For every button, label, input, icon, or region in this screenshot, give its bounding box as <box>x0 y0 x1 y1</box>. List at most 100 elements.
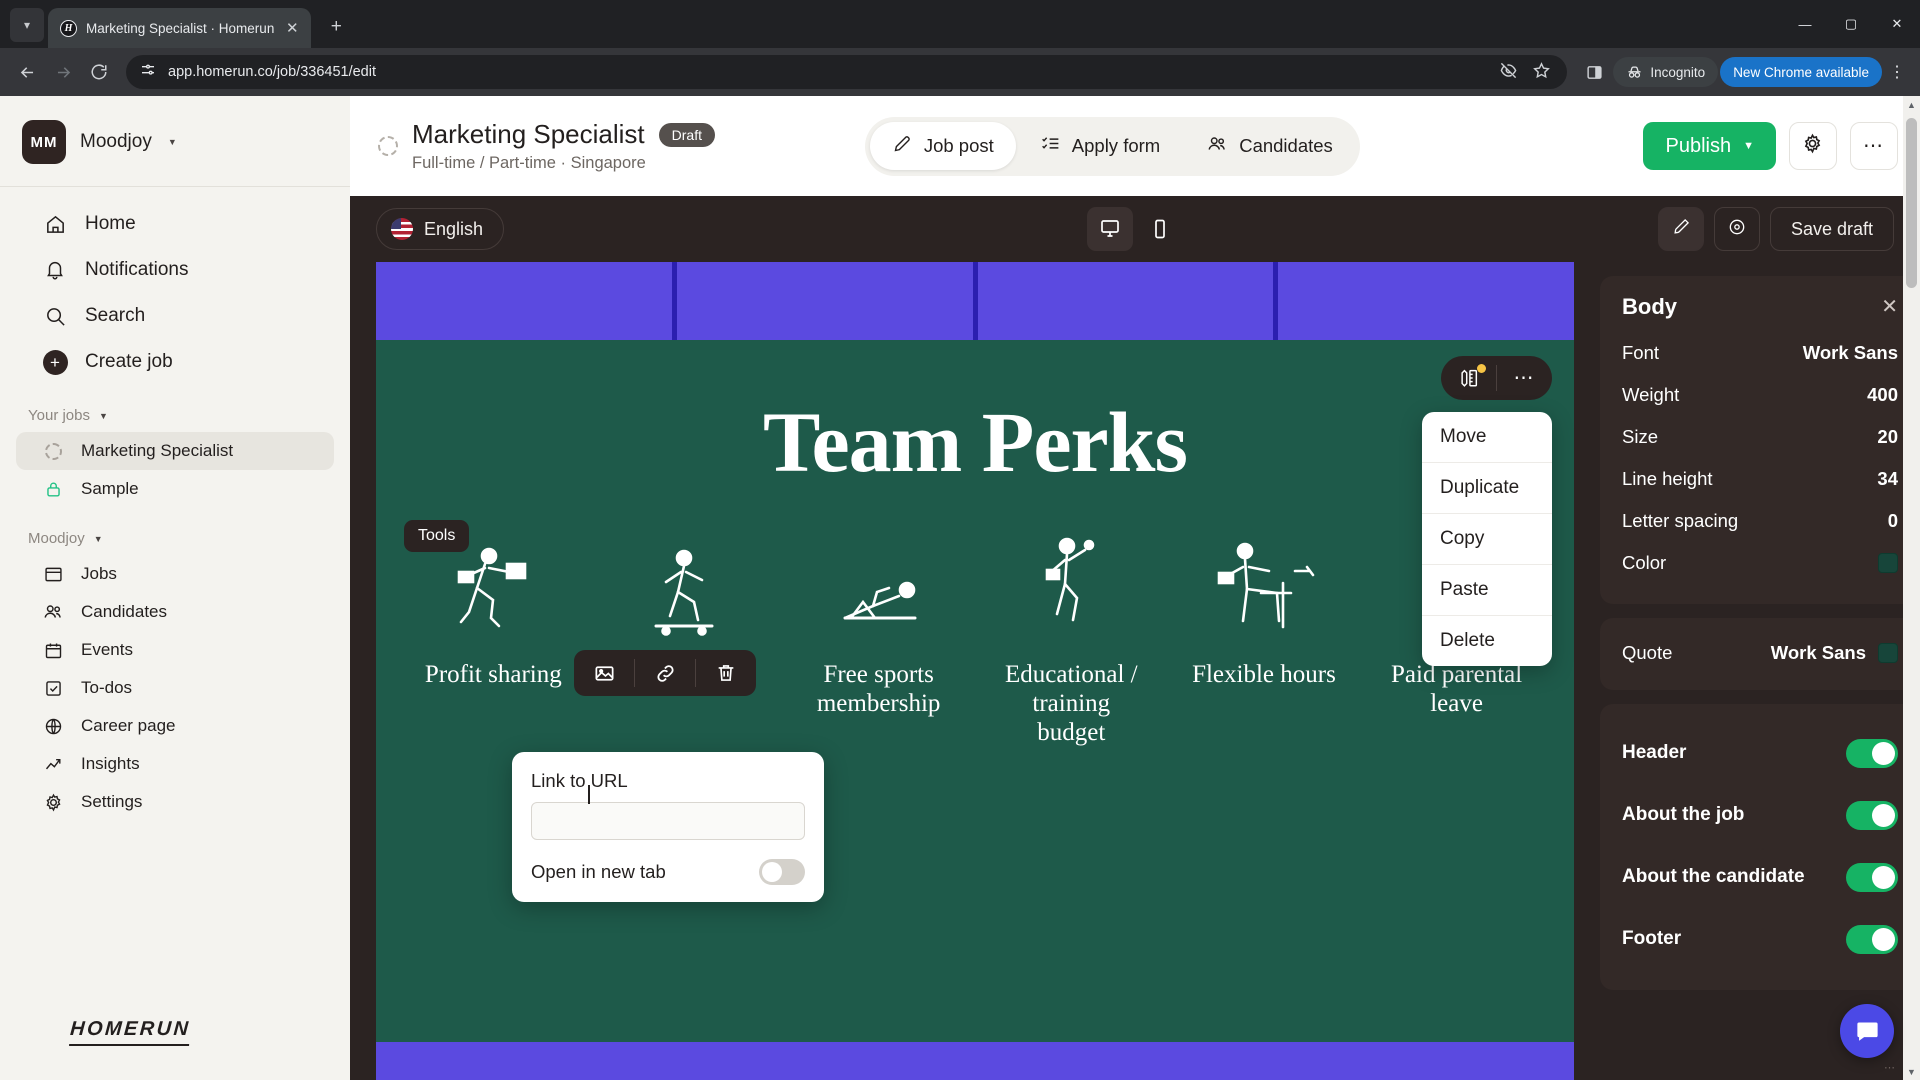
tab-candidates[interactable]: Candidates <box>1184 122 1355 171</box>
trash-icon[interactable] <box>696 650 756 696</box>
three-dot-menu-icon[interactable]: ⋮ <box>1884 55 1910 89</box>
link-url-input[interactable] <box>531 802 805 840</box>
property-weight[interactable]: Weight 400 <box>1622 374 1898 416</box>
context-menu-item-paste[interactable]: Paste <box>1422 565 1552 616</box>
site-settings-icon[interactable] <box>140 62 156 82</box>
org-switcher[interactable]: MM Moodjoy ▼ <box>0 96 350 186</box>
scroll-down-icon[interactable]: ▼ <box>1903 1063 1920 1080</box>
tab-strip: ▾ H Marketing Specialist · Homerun ✕ + —… <box>0 0 1920 48</box>
star-icon[interactable] <box>1532 61 1551 84</box>
property-size[interactable]: Size 20 <box>1622 416 1898 458</box>
eye-off-icon[interactable] <box>1499 61 1518 84</box>
more-options-button[interactable]: ⋯ <box>1849 122 1898 170</box>
tools-tag[interactable]: Tools <box>404 520 470 552</box>
chevron-down-icon[interactable]: ▼ <box>168 137 177 147</box>
side-panel-icon[interactable] <box>1577 55 1611 89</box>
publish-button[interactable]: Publish ▼ <box>1643 122 1776 170</box>
context-menu-item-delete[interactable]: Delete <box>1422 616 1552 666</box>
section-title: Team Perks <box>763 394 1188 490</box>
maximize-icon[interactable]: ▢ <box>1828 0 1874 48</box>
open-in-new-tab-toggle[interactable] <box>759 859 805 885</box>
minimize-icon[interactable]: — <box>1782 0 1828 48</box>
sidebar-item-search[interactable]: Search <box>16 293 334 339</box>
sidebar-item-home[interactable]: Home <box>16 201 334 247</box>
tab-apply-form[interactable]: Apply form <box>1018 122 1182 170</box>
address-bar[interactable]: app.homerun.co/job/336451/edit <box>126 55 1568 89</box>
sidebar-item-events[interactable]: Events <box>16 631 334 669</box>
preview-button[interactable] <box>1713 207 1760 251</box>
about-the-candidate-toggle[interactable] <box>1846 862 1898 892</box>
reload-icon[interactable] <box>82 55 116 89</box>
scroll-up-icon[interactable]: ▲ <box>1903 96 1920 113</box>
context-menu-item-move[interactable]: Move <box>1422 412 1552 463</box>
link-icon[interactable] <box>635 650 695 696</box>
link-popover-label: Link to URL <box>531 770 628 791</box>
section-label: About the candidate <box>1622 866 1805 887</box>
tab-job-post[interactable]: Job post <box>869 122 1016 170</box>
property-value: Work Sans <box>1802 342 1898 363</box>
settings-button[interactable] <box>1788 122 1837 170</box>
gear-icon <box>1801 132 1824 160</box>
perk-label: Paid parental leave <box>1391 661 1523 717</box>
context-menu-item-duplicate[interactable]: Duplicate <box>1422 463 1552 514</box>
avatar: MM <box>22 120 66 164</box>
sidebar-item-marketing-specialist[interactable]: Marketing Specialist <box>16 432 334 470</box>
chevron-down-icon[interactable]: ▼ <box>99 411 108 421</box>
job-meta: Marketing Specialist Draft Full-time / P… <box>378 119 715 173</box>
incognito-label: Incognito <box>1650 64 1706 80</box>
chevron-down-icon[interactable]: ▼ <box>1743 140 1754 152</box>
sidebar-item-sample[interactable]: Sample <box>16 470 334 508</box>
close-window-icon[interactable]: ✕ <box>1874 0 1920 48</box>
browser-tab[interactable]: H Marketing Specialist · Homerun ✕ <box>48 8 312 48</box>
property-letter-spacing[interactable]: Letter spacing 0 <box>1622 500 1898 542</box>
property-color[interactable]: Color <box>1622 542 1898 584</box>
workspace-group-label[interactable]: Moodjoy ▼ <box>0 508 350 555</box>
mobile-view-icon[interactable] <box>1137 207 1183 251</box>
new-tab-button[interactable]: + <box>321 12 351 42</box>
decorative-band-bottom <box>376 1042 1574 1080</box>
section-label: About the job <box>1622 804 1745 825</box>
vertical-scrollbar[interactable]: ▲ ▼ <box>1903 96 1920 1080</box>
forward-arrow-icon[interactable] <box>46 55 80 89</box>
sidebar-item-jobs[interactable]: Jobs <box>16 555 334 593</box>
sidebar-item-candidates[interactable]: Candidates <box>16 593 334 631</box>
sidebar-item-insights[interactable]: Insights <box>16 745 334 783</box>
back-arrow-icon[interactable] <box>10 55 44 89</box>
desktop-view-icon[interactable] <box>1087 207 1133 251</box>
close-icon[interactable]: ✕ <box>1881 297 1898 317</box>
sidebar-item-todos[interactable]: To-dos <box>16 669 334 707</box>
save-draft-button[interactable]: Save draft <box>1769 207 1894 251</box>
language-selector[interactable]: English <box>376 208 505 250</box>
chrome-update-button[interactable]: New Chrome available <box>1720 57 1882 87</box>
intercom-chat-icon[interactable] <box>1840 1004 1894 1058</box>
property-value: 400 <box>1867 384 1898 405</box>
property-line-height[interactable]: Line height 34 <box>1622 458 1898 500</box>
header-toggle[interactable] <box>1846 738 1898 768</box>
resize-grip[interactable]: ⋯ <box>1884 1061 1896 1074</box>
three-dot-menu-icon[interactable]: ⋯ <box>1497 356 1552 400</box>
close-icon[interactable]: ✕ <box>283 19 301 37</box>
chevron-down-icon[interactable]: ▼ <box>94 534 103 544</box>
incognito-indicator[interactable]: Incognito <box>1613 57 1719 87</box>
about-the-job-toggle[interactable] <box>1846 800 1898 830</box>
footer-toggle[interactable] <box>1846 924 1898 954</box>
sidebar-item-notifications[interactable]: Notifications <box>16 247 334 293</box>
your-jobs-group-label[interactable]: Your jobs ▼ <box>0 385 350 432</box>
color-swatch[interactable] <box>1878 553 1898 573</box>
property-quote[interactable]: Quote Work Sans <box>1622 636 1898 670</box>
brush-button[interactable] <box>1657 207 1704 251</box>
sidebar-item-settings[interactable]: Settings <box>16 783 334 821</box>
pen-ruler-icon[interactable] <box>1441 356 1496 400</box>
tab-list-icon[interactable]: ▾ <box>10 8 44 42</box>
image-icon[interactable] <box>574 650 634 696</box>
quote-color-swatch[interactable] <box>1878 643 1898 663</box>
sidebar-item-career-page[interactable]: Career page <box>16 707 334 745</box>
context-menu-item-copy[interactable]: Copy <box>1422 514 1552 565</box>
perk-label: Profit sharing <box>424 661 562 688</box>
property-label: Quote <box>1622 642 1673 663</box>
eye-icon <box>1727 217 1747 242</box>
property-font[interactable]: Font Work Sans <box>1622 332 1898 374</box>
scrollbar-thumb[interactable] <box>1906 118 1917 288</box>
sidebar-item-create-job[interactable]: + Create job <box>16 339 334 385</box>
tab-label: Job post <box>923 135 994 156</box>
